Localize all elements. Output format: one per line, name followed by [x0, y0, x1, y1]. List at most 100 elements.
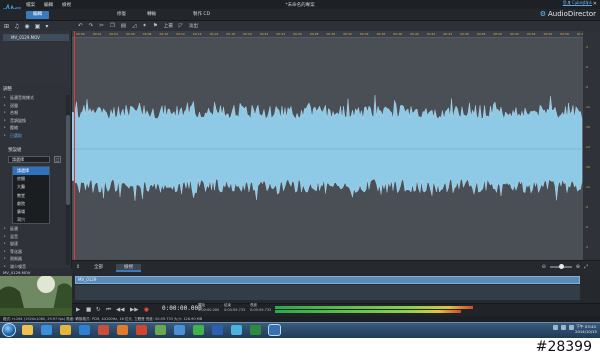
dropdown-option[interactable]: 劇院 — [13, 200, 49, 208]
ie-taskbar-icon[interactable] — [79, 325, 90, 335]
previous-icon[interactable]: ⏮ — [106, 307, 111, 314]
normalize-icon[interactable]: ◸ — [179, 23, 183, 29]
dropdown-option[interactable]: 廣場 — [13, 208, 49, 216]
fade-in-button[interactable]: 上揚 — [164, 23, 173, 29]
network-icon[interactable] — [561, 325, 566, 330]
effect-item[interactable]: 壓縮 — [4, 124, 66, 132]
music-icon[interactable]: ♫ — [14, 23, 19, 30]
loop-icon[interactable]: ↻ — [96, 307, 101, 313]
copy-icon[interactable]: ❐ — [110, 23, 115, 29]
paste-icon[interactable]: ▤ — [121, 23, 126, 29]
zoom-fit-icon[interactable]: ⤢ — [584, 264, 588, 270]
fade-out-button[interactable]: 淡出 — [189, 23, 198, 29]
ruler-tick: 00:40 — [410, 32, 419, 36]
collapse-icon[interactable]: ⇕ — [76, 264, 80, 270]
import-icon[interactable]: ⊞ — [4, 23, 9, 30]
effect-item[interactable]: 合唱 — [4, 109, 66, 117]
level-tick: -9 — [585, 205, 588, 209]
dropdown-option[interactable]: 請選擇 — [13, 167, 49, 176]
selection-end: 結束 0:00:59.733 — [224, 303, 245, 312]
time-ruler[interactable]: 00:00 00:02 00:04 00:06 00:08 00:10 00:12 00:14… — [72, 31, 586, 38]
dropdown-option[interactable]: 房間 — [13, 175, 49, 183]
ruler-tick: 00:34 — [359, 32, 369, 36]
rewind-icon[interactable]: ◀◀ — [116, 307, 124, 313]
chrome3-taskbar-icon[interactable] — [231, 325, 242, 335]
firefox-taskbar-icon[interactable] — [117, 325, 128, 335]
word-taskbar-icon[interactable] — [212, 325, 223, 335]
library-item[interactable]: MV_0129.MOV — [3, 34, 69, 41]
start-button[interactable] — [2, 323, 16, 337]
audiodirector-taskbar-icon[interactable] — [268, 324, 281, 336]
forward-icon[interactable]: ▶▶ — [130, 307, 138, 313]
cut-icon[interactable]: ✂ — [99, 23, 104, 29]
ruler-tick: 00:18 — [226, 32, 235, 36]
effect-item[interactable]: 延遲音效樣式 — [4, 94, 66, 102]
chrome-taskbar-icon[interactable] — [174, 325, 185, 335]
effects-scrollbar[interactable] — [66, 95, 70, 265]
effect-item[interactable]: 迴聲 — [4, 102, 66, 110]
timeline-clip[interactable] — [75, 276, 580, 284]
signin-link[interactable]: 登入 CyberLink — [563, 0, 592, 6]
tab-edit[interactable]: 編輯 — [26, 11, 49, 19]
effect-item[interactable]: 延遲 — [4, 225, 66, 233]
paint-taskbar-icon[interactable] — [155, 325, 166, 335]
tab-convert[interactable]: 轉輸 — [140, 11, 163, 19]
taskbar-clock[interactable]: 下午 03:44 2014/10/15 — [575, 324, 597, 334]
dropdown-option[interactable]: 洞穴 — [13, 216, 49, 224]
ruler-tick: 00:14 — [192, 32, 202, 36]
zoom-out-icon[interactable]: ⊖ — [542, 264, 546, 270]
ruler-tick: 00:32 — [343, 32, 352, 36]
level-tick: -3 — [585, 45, 588, 49]
effect-item[interactable]: 減少噪音 — [4, 263, 66, 271]
effect-item[interactable]: 等化器 — [4, 248, 66, 256]
ruler-tick: 00:38 — [393, 32, 402, 36]
explorer-taskbar-icon[interactable] — [22, 325, 33, 335]
settings-icon[interactable]: ▾ — [45, 23, 48, 30]
zoom-in-icon[interactable]: ⊕ — [576, 264, 580, 270]
ruler-tick: 00:12 — [176, 32, 185, 36]
ruler-tick: 00:20 — [243, 32, 252, 36]
flag-icon[interactable] — [553, 325, 558, 330]
dropdown-option[interactable]: 教堂 — [13, 192, 49, 200]
zoom-slider-handle[interactable] — [558, 264, 564, 269]
library-toolbar: ⊞ ♫ ◉ ▣ ▾ — [0, 21, 72, 31]
effect-item[interactable]: 變速 — [4, 240, 66, 248]
effect-icon[interactable]: ✦ — [142, 23, 147, 29]
record-icon[interactable]: ● — [144, 307, 149, 313]
marker-icon[interactable]: ⚑ — [153, 23, 158, 29]
preset-options-button[interactable]: □ — [54, 156, 61, 163]
tab-all[interactable]: 全部 — [86, 264, 111, 272]
redo-icon[interactable]: ↷ — [89, 23, 94, 29]
folder-taskbar-icon[interactable] — [60, 325, 71, 335]
chrome2-taskbar-icon[interactable] — [193, 325, 204, 335]
watermark-text: #28399 — [535, 339, 592, 355]
video-icon[interactable]: ▣ — [35, 23, 41, 30]
dropdown-option[interactable]: 大廳 — [13, 183, 49, 191]
cd-icon[interactable]: ◉ — [24, 23, 29, 30]
tab-burn-cd[interactable]: 製作 CD — [186, 11, 217, 19]
close-icon[interactable]: ✕ — [593, 1, 597, 7]
effect-item[interactable]: 音調變換 — [4, 117, 66, 125]
tab-view[interactable]: 檢視 — [116, 264, 141, 272]
effect-item[interactable]: 限制器 — [4, 255, 66, 263]
stop-icon[interactable]: ■ — [86, 307, 91, 313]
tab-restore[interactable]: 修復 — [110, 11, 133, 19]
effect-item-selected[interactable]: 已選取 — [4, 132, 66, 140]
fade-icon[interactable]: ◿ — [132, 23, 136, 29]
waveform-view[interactable] — [72, 38, 583, 260]
scrollbar-thumb[interactable] — [66, 115, 70, 205]
playhead[interactable] — [74, 31, 75, 260]
browser-taskbar-icon[interactable] — [98, 325, 109, 335]
preset-select[interactable]: 請選擇 — [8, 156, 50, 163]
ruler-tick: 00:08 — [142, 32, 152, 36]
ruler-tick: 00:30 — [326, 32, 336, 36]
volume-icon[interactable] — [569, 325, 574, 330]
media-taskbar-icon[interactable] — [41, 325, 52, 335]
excel-taskbar-icon[interactable] — [250, 325, 261, 335]
play-icon[interactable]: ▶ — [76, 307, 80, 313]
powerpoint-taskbar-icon[interactable] — [136, 325, 147, 335]
effect-item[interactable]: 混音 — [4, 233, 66, 241]
zoom-slider[interactable] — [549, 264, 572, 269]
undo-icon[interactable]: ↶ — [78, 23, 83, 29]
brand: ⚙ AudioDirector — [540, 10, 596, 18]
